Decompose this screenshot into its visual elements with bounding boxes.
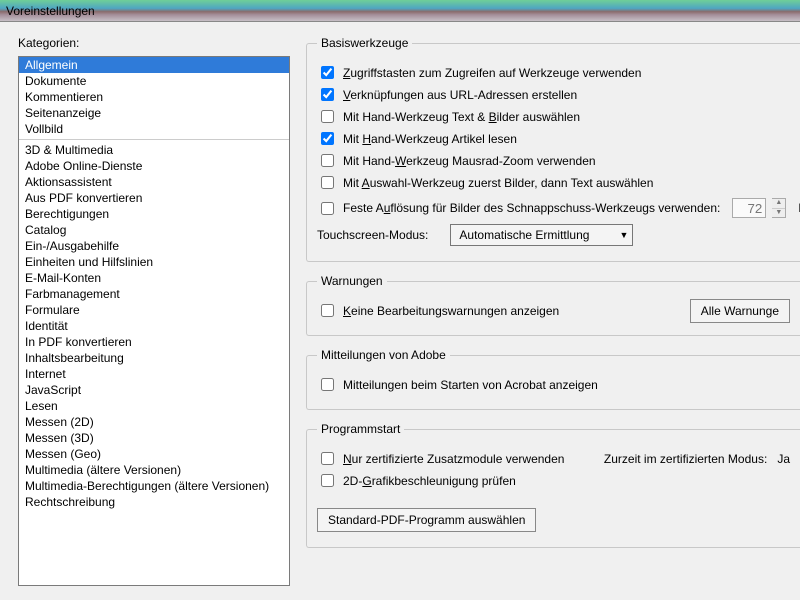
- category-item[interactable]: Multimedia-Berechtigungen (ältere Versio…: [19, 478, 289, 494]
- fixed-resolution-stepper[interactable]: ▲▼: [772, 198, 786, 218]
- category-item[interactable]: JavaScript: [19, 382, 289, 398]
- category-item[interactable]: Aktionsassistent: [19, 174, 289, 190]
- category-item[interactable]: Rechtschreibung: [19, 494, 289, 510]
- basic-tool-checkbox[interactable]: [321, 88, 334, 101]
- categories-listbox[interactable]: AllgemeinDokumenteKommentierenSeitenanze…: [18, 56, 290, 586]
- group-warnings-legend: Warnungen: [317, 274, 387, 288]
- category-item[interactable]: Messen (2D): [19, 414, 289, 430]
- no-edit-warnings-checkbox[interactable]: [321, 304, 334, 317]
- category-item[interactable]: Multimedia (ältere Versionen): [19, 462, 289, 478]
- basic-tool-label: Zugriffstasten zum Zugreifen auf Werkzeu…: [343, 66, 641, 80]
- category-item[interactable]: Berechtigungen: [19, 206, 289, 222]
- category-item[interactable]: Aus PDF konvertieren: [19, 190, 289, 206]
- categories-label: Kategorien:: [18, 36, 290, 50]
- group-adobe-messages-legend: Mitteilungen von Adobe: [317, 348, 450, 362]
- basic-tool-checkbox[interactable]: [321, 176, 334, 189]
- category-item[interactable]: E-Mail-Konten: [19, 270, 289, 286]
- category-item[interactable]: Identität: [19, 318, 289, 334]
- group-adobe-messages: Mitteilungen von Adobe Mitteilungen beim…: [306, 348, 800, 410]
- show-messages-checkbox[interactable]: [321, 378, 334, 391]
- default-pdf-program-button[interactable]: Standard-PDF-Programm auswählen: [317, 508, 536, 532]
- touchscreen-mode-label: Touchscreen-Modus:: [317, 228, 428, 242]
- group-warnings: Warnungen Keine Bearbeitungswarnungen an…: [306, 274, 800, 336]
- category-item[interactable]: Allgemein: [19, 57, 289, 73]
- certified-mode-status: Zurzeit im zertifizierten Modus: Ja: [604, 452, 790, 466]
- reset-warnings-button[interactable]: Alle Warnunge: [690, 299, 790, 323]
- group-program-start: Programmstart Nur zertifizierte Zusatzmo…: [306, 422, 800, 548]
- category-item[interactable]: Einheiten und Hilfslinien: [19, 254, 289, 270]
- category-item[interactable]: Internet: [19, 366, 289, 382]
- category-item[interactable]: Ein-/Ausgabehilfe: [19, 238, 289, 254]
- category-item[interactable]: Kommentieren: [19, 89, 289, 105]
- show-messages-label: Mitteilungen beim Starten von Acrobat an…: [343, 378, 598, 392]
- basic-tool-checkbox[interactable]: [321, 154, 334, 167]
- category-item[interactable]: Lesen: [19, 398, 289, 414]
- category-item[interactable]: Dokumente: [19, 73, 289, 89]
- category-item[interactable]: Seitenanzeige: [19, 105, 289, 121]
- fixed-resolution-checkbox[interactable]: [321, 202, 334, 215]
- category-item[interactable]: Farbmanagement: [19, 286, 289, 302]
- category-item[interactable]: Catalog: [19, 222, 289, 238]
- basic-tool-label: Mit Auswahl-Werkzeug zuerst Bilder, dann…: [343, 176, 653, 190]
- touchscreen-mode-dropdown[interactable]: Automatische Ermittlung ▼: [450, 224, 633, 246]
- basic-tool-label: Mit Hand-Werkzeug Text & Bilder auswähle…: [343, 110, 580, 124]
- certified-plugins-checkbox[interactable]: [321, 452, 334, 465]
- 2d-acceleration-label: 2D-Grafikbeschleunigung prüfen: [343, 474, 516, 488]
- group-basic-tools: Basiswerkzeuge Zugriffstasten zum Zugrei…: [306, 36, 800, 262]
- basic-tool-checkbox[interactable]: [321, 110, 334, 123]
- window-title: Voreinstellungen: [6, 4, 95, 18]
- basic-tool-label: Mit Hand-Werkzeug Mausrad-Zoom verwenden: [343, 154, 596, 168]
- chevron-down-icon: ▼: [619, 230, 628, 240]
- basic-tool-checkbox[interactable]: [321, 132, 334, 145]
- basic-tool-label: Mit Hand-Werkzeug Artikel lesen: [343, 132, 517, 146]
- group-basic-tools-legend: Basiswerkzeuge: [317, 36, 412, 50]
- fixed-resolution-label: Feste Auflösung für Bilder des Schnappsc…: [343, 201, 720, 215]
- window-titlebar: Voreinstellungen: [0, 0, 800, 22]
- category-item[interactable]: Messen (3D): [19, 430, 289, 446]
- category-item[interactable]: Adobe Online-Dienste: [19, 158, 289, 174]
- 2d-acceleration-checkbox[interactable]: [321, 474, 334, 487]
- category-item[interactable]: Formulare: [19, 302, 289, 318]
- fixed-resolution-value[interactable]: [732, 198, 766, 218]
- category-item[interactable]: 3D & Multimedia: [19, 142, 289, 158]
- no-edit-warnings-label: Keine Bearbeitungswarnungen anzeigen: [343, 304, 559, 318]
- basic-tool-label: Verknüpfungen aus URL-Adressen erstellen: [343, 88, 577, 102]
- category-item[interactable]: Messen (Geo): [19, 446, 289, 462]
- certified-plugins-label: Nur zertifizierte Zusatzmodule verwenden: [343, 452, 564, 466]
- category-item[interactable]: In PDF konvertieren: [19, 334, 289, 350]
- basic-tool-checkbox[interactable]: [321, 66, 334, 79]
- group-program-start-legend: Programmstart: [317, 422, 404, 436]
- category-item[interactable]: Vollbild: [19, 121, 289, 137]
- category-item[interactable]: Inhaltsbearbeitung: [19, 350, 289, 366]
